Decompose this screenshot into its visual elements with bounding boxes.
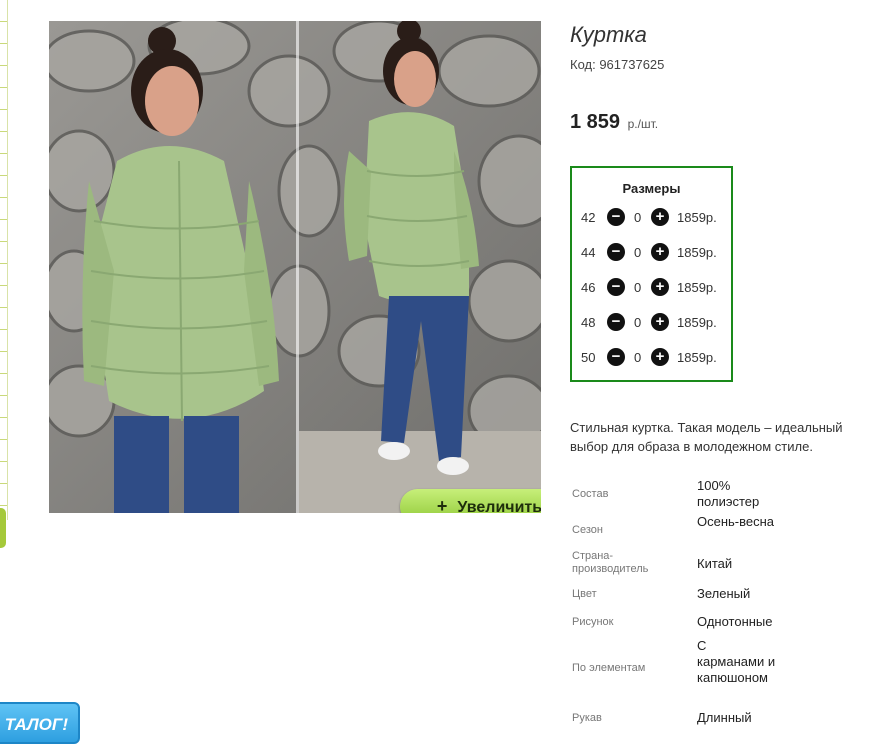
product-photo-illustration (49, 21, 541, 513)
size-price: 1859р. (677, 315, 717, 330)
property-value: Однотонные (697, 614, 773, 629)
plus-icon[interactable]: + (651, 278, 669, 296)
plus-icon[interactable]: + (651, 348, 669, 366)
minus-icon[interactable]: − (607, 243, 625, 261)
catalog-button[interactable]: ТАЛОГ! (0, 702, 80, 744)
size-row: 48 − 0 + 1859р. (572, 313, 731, 333)
plus-icon: + (436, 496, 448, 513)
product-code: Код: 961737625 (570, 57, 665, 72)
product-photo[interactable]: + Увеличить (49, 21, 541, 513)
property-key: По элементам (572, 662, 646, 674)
property-key: Цвет (572, 588, 597, 600)
property-key: Сезон (572, 524, 603, 536)
property-value: Осень-весна (697, 514, 775, 529)
size-row: 50 − 0 + 1859р. (572, 348, 731, 368)
property-key: Рукав (572, 712, 602, 724)
sizes-panel: Размеры 42 − 0 + 1859р. 44 − 0 + 1859р. … (570, 166, 733, 382)
size-quantity: 0 (634, 280, 642, 295)
minus-icon[interactable]: − (607, 278, 625, 296)
property-value: 100% полиэстер (697, 478, 760, 509)
plus-icon[interactable]: + (651, 243, 669, 261)
property-value: Китай (697, 556, 733, 571)
size-label: 48 (581, 315, 596, 330)
property-value: Длинный (697, 710, 752, 725)
sizes-title: Размеры (622, 181, 681, 196)
size-price: 1859р. (677, 245, 717, 260)
left-side-strip (0, 0, 8, 520)
property-key: Страна-производитель (572, 550, 649, 575)
side-tab[interactable] (0, 508, 6, 548)
size-row: 42 − 0 + 1859р. (572, 208, 731, 228)
size-quantity: 0 (634, 350, 642, 365)
size-quantity: 0 (634, 245, 642, 260)
minus-icon[interactable]: − (607, 313, 625, 331)
minus-icon[interactable]: − (607, 208, 625, 226)
size-row: 44 − 0 + 1859р. (572, 243, 731, 263)
size-price: 1859р. (677, 210, 717, 225)
size-label: 44 (581, 245, 596, 260)
property-value: С карманами и капюшоном (697, 638, 776, 685)
property-value: Зеленый (697, 586, 751, 601)
zoom-button[interactable]: + Увеличить (400, 489, 541, 513)
size-label: 42 (581, 210, 596, 225)
size-quantity: 0 (634, 210, 642, 225)
size-quantity: 0 (634, 315, 642, 330)
size-price: 1859р. (677, 280, 717, 295)
property-key: Рисунок (572, 616, 614, 628)
product-title: Куртка (570, 22, 647, 47)
product-price: 1 859 р./шт. (570, 111, 658, 134)
size-price: 1859р. (677, 350, 717, 365)
zoom-label: Увеличить (457, 499, 541, 513)
size-label: 46 (581, 280, 596, 295)
plus-icon[interactable]: + (651, 313, 669, 331)
plus-icon[interactable]: + (651, 208, 669, 226)
property-key: Состав (572, 488, 609, 500)
size-row: 46 − 0 + 1859р. (572, 278, 731, 298)
product-description: Стильная куртка. Такая модель – идеальны… (570, 420, 843, 454)
price-value: 1 859 (570, 111, 621, 133)
minus-icon[interactable]: − (607, 348, 625, 366)
price-unit: р./шт. (627, 117, 659, 131)
size-label: 50 (581, 350, 596, 365)
